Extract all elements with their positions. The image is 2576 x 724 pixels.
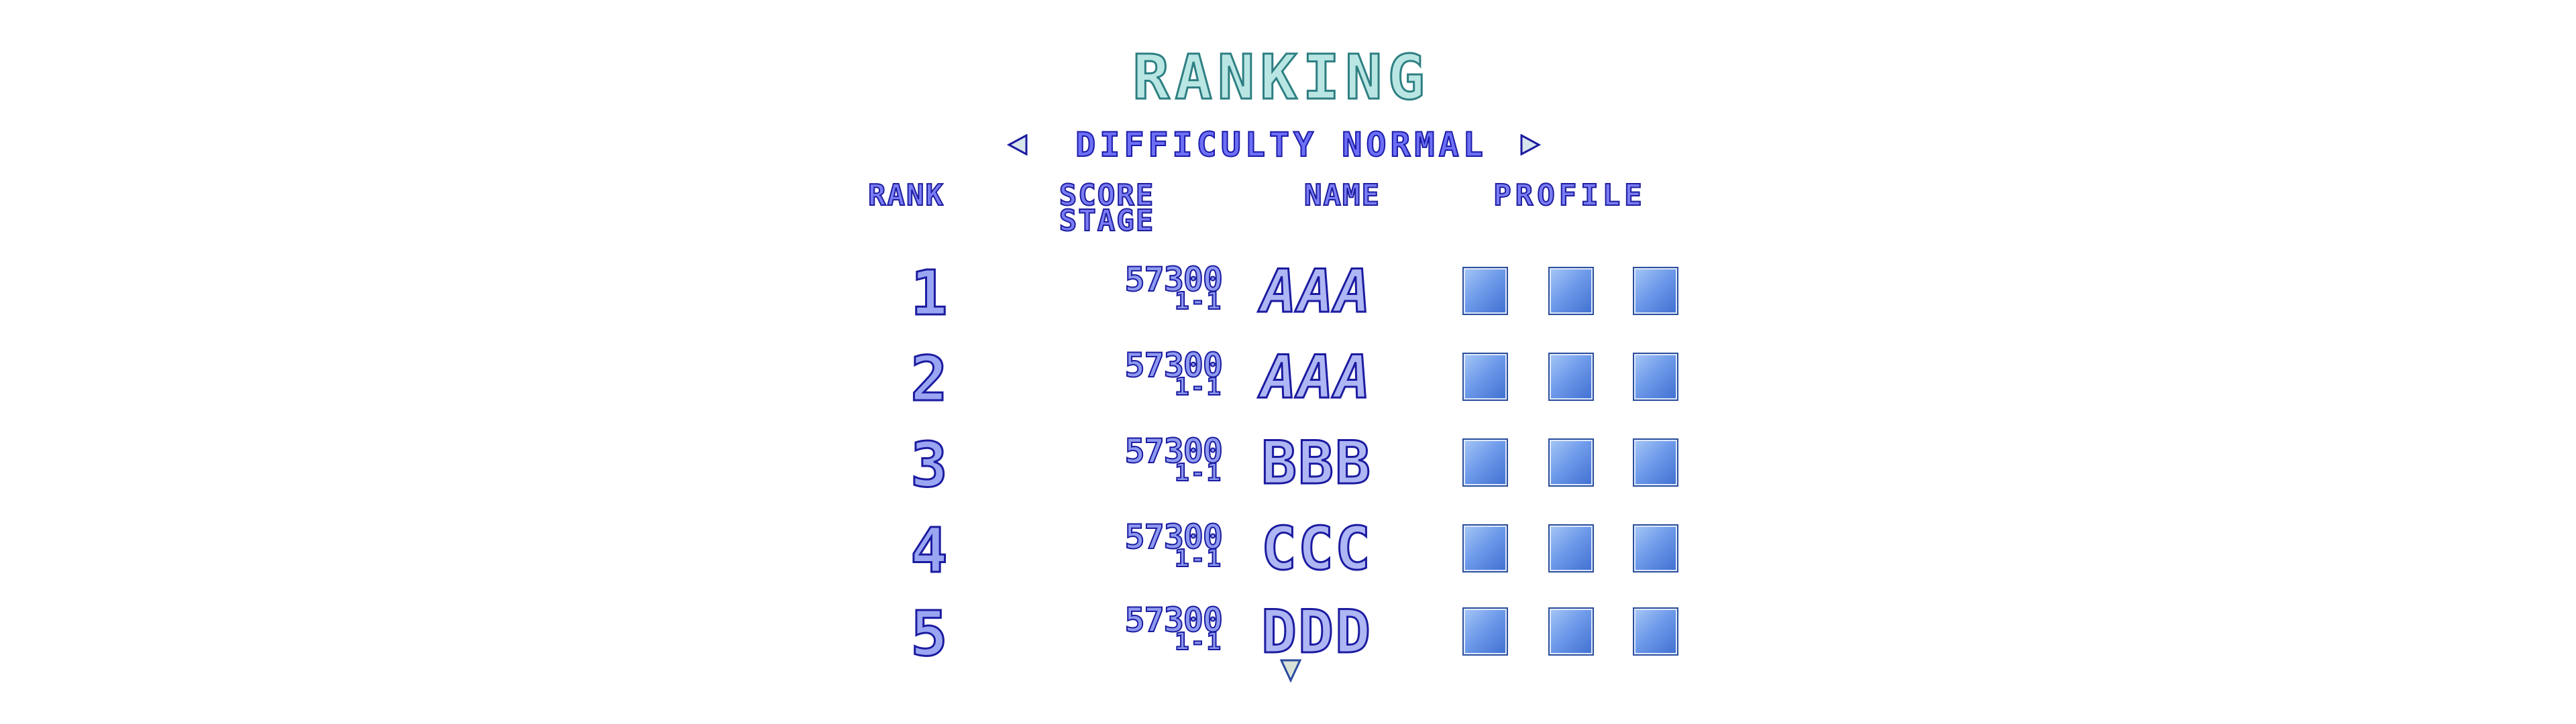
- player-name: AAA: [1260, 343, 1372, 412]
- triangle-left-icon: [1006, 134, 1028, 156]
- profile-slot-1[interactable]: [1462, 607, 1508, 656]
- difficulty-next-button[interactable]: [1519, 134, 1542, 156]
- ranking-row-3: 3 57300 1-1 BBB: [872, 429, 1711, 503]
- column-header-name: NAME: [1303, 178, 1381, 213]
- stage-value: 1-1: [1174, 628, 1222, 656]
- ranking-screen: RANKING DIFFICULTY NORMAL RANK SCORE STA…: [0, 0, 2576, 724]
- triangle-right-icon: [1520, 134, 1542, 156]
- scroll-down-button[interactable]: [1279, 658, 1302, 682]
- column-header-profile: PROFILE: [1493, 178, 1646, 213]
- profile-slot-1[interactable]: [1462, 267, 1508, 315]
- profile-slot-2[interactable]: [1548, 353, 1594, 401]
- player-name: CCC: [1260, 514, 1372, 583]
- stage-value: 1-1: [1174, 373, 1222, 402]
- rank-number: 1: [910, 257, 949, 329]
- player-name: BBB: [1260, 428, 1372, 497]
- profile-slot-3[interactable]: [1633, 267, 1678, 315]
- profile-slot-2[interactable]: [1548, 438, 1594, 487]
- rank-number: 5: [910, 598, 949, 670]
- ranking-row-1: 1 57300 1-1 AAA: [872, 257, 1711, 331]
- rank-number: 2: [910, 343, 949, 415]
- profile-slot-2[interactable]: [1548, 267, 1594, 315]
- column-header-stage: STAGE: [1059, 204, 1155, 238]
- profile-slot-1[interactable]: [1462, 524, 1508, 572]
- player-name: DDD: [1260, 597, 1372, 666]
- stage-value: 1-1: [1174, 459, 1222, 487]
- profile-slot-3[interactable]: [1633, 607, 1678, 656]
- difficulty-label: DIFFICULTY NORMAL: [1075, 125, 1487, 165]
- profile-slot-2[interactable]: [1548, 524, 1594, 572]
- ranking-row-2: 2 57300 1-1 AAA: [872, 343, 1711, 417]
- difficulty-selector: DIFFICULTY NORMAL: [1006, 125, 1556, 165]
- profile-slot-3[interactable]: [1633, 353, 1678, 401]
- rank-number: 4: [910, 515, 949, 587]
- profile-slot-3[interactable]: [1633, 438, 1678, 487]
- profile-slot-3[interactable]: [1633, 524, 1678, 572]
- stage-value: 1-1: [1174, 545, 1222, 573]
- profile-slot-1[interactable]: [1462, 353, 1508, 401]
- stage-value: 1-1: [1174, 288, 1222, 316]
- ranking-title: RANKING: [1132, 42, 1430, 113]
- profile-slot-2[interactable]: [1548, 607, 1594, 656]
- ranking-row-4: 4 57300 1-1 CCC: [872, 515, 1711, 589]
- player-name: AAA: [1260, 257, 1372, 326]
- rank-number: 3: [910, 429, 949, 501]
- profile-slot-1[interactable]: [1462, 438, 1508, 487]
- column-header-rank: RANK: [867, 178, 945, 213]
- triangle-down-icon: [1279, 659, 1302, 682]
- difficulty-prev-button[interactable]: [1006, 134, 1029, 156]
